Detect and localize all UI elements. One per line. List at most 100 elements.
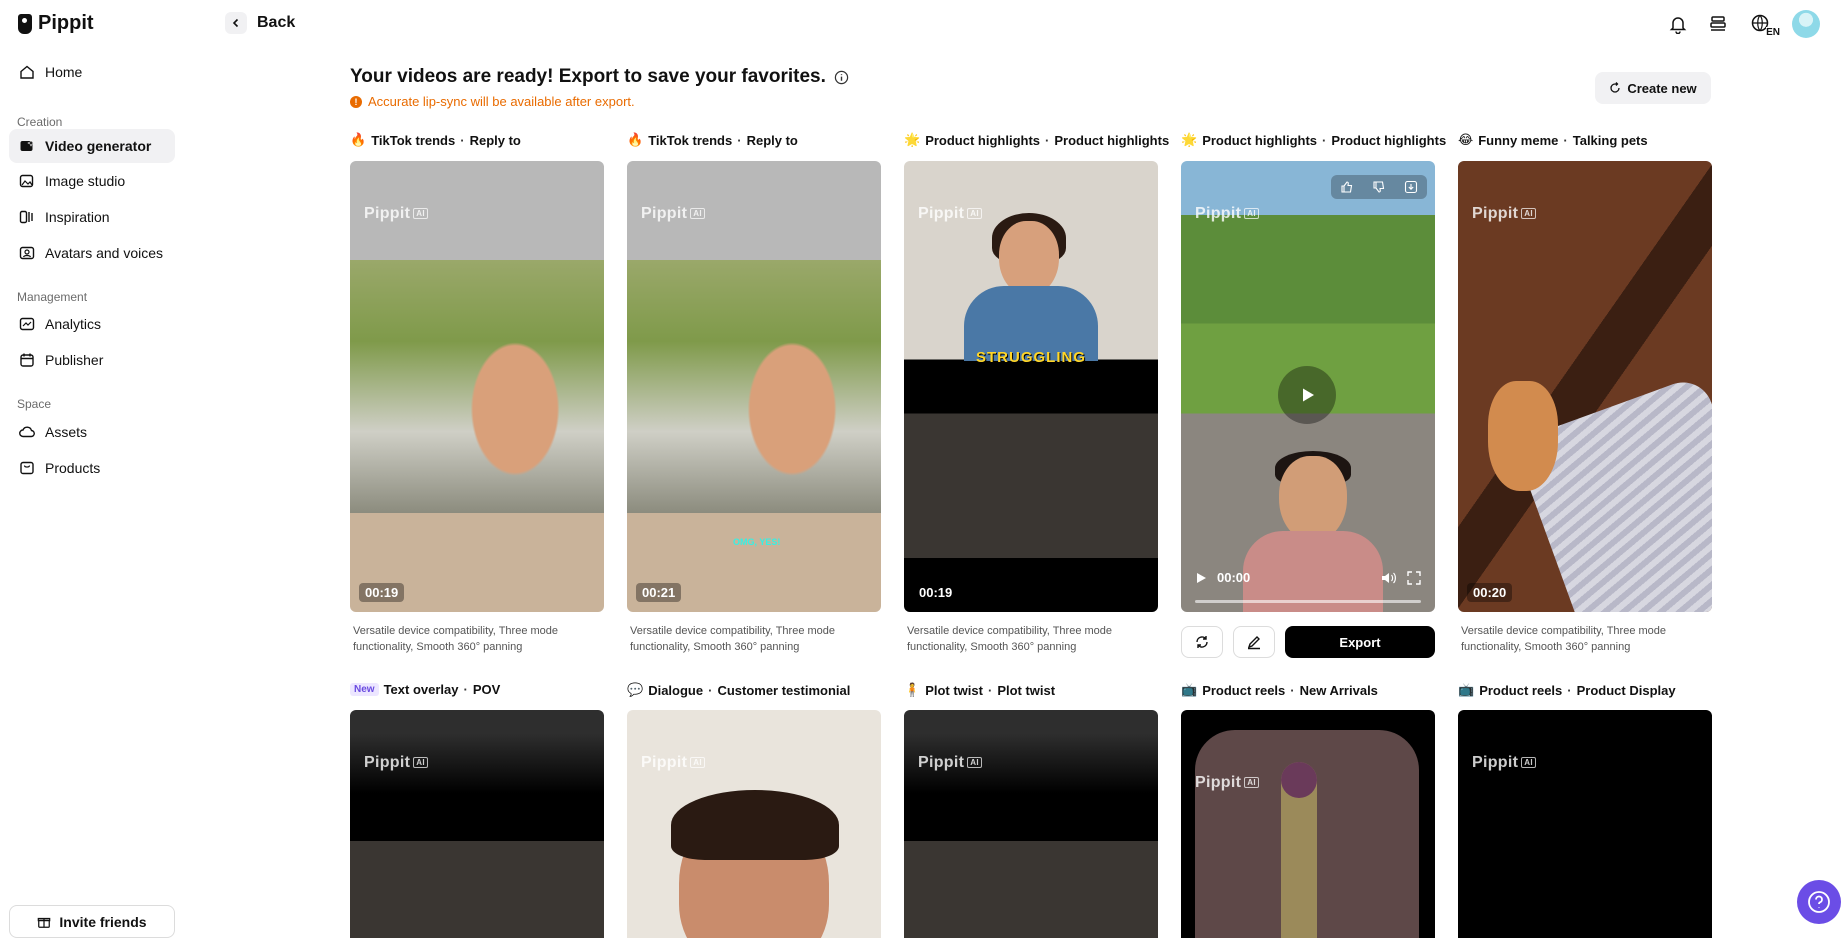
play-icon [1303, 388, 1314, 402]
fullscreen-icon[interactable] [1407, 570, 1421, 585]
watermark: Pippit AI [1195, 774, 1259, 792]
info-icon[interactable] [834, 70, 849, 85]
card-description: Versatile device compatibility, Three mo… [907, 625, 1113, 653]
laughing-icon: 😂 [1458, 132, 1474, 147]
card-subcategory: Talking pets [1572, 132, 1648, 148]
sidebar-item-inspiration[interactable]: Inspiration [9, 200, 175, 234]
user-avatar[interactable] [1792, 10, 1820, 38]
product-box-icon [20, 461, 34, 475]
sparkle-icon: 🌟 [904, 132, 921, 147]
question-icon [1808, 891, 1830, 913]
language-label: EN [1766, 27, 1780, 38]
new-badge: New [350, 683, 379, 696]
play-small-icon[interactable] [1195, 572, 1207, 584]
thumbnail-figure [1281, 762, 1317, 798]
help-button[interactable] [1797, 880, 1841, 924]
sidebar-item-image-studio[interactable]: Image studio [9, 164, 175, 198]
video-duration: 00:21 [636, 583, 682, 602]
card-subcategory: New Arrivals [1299, 682, 1378, 698]
video-player[interactable]: Pippit AI 00:00 [1181, 161, 1435, 612]
export-button[interactable]: Export [1285, 626, 1435, 658]
card-description: Versatile device compatibility, Three mo… [630, 625, 836, 653]
avatar-voice-icon [19, 246, 35, 260]
video-thumbnail[interactable]: Pippit AI [904, 710, 1158, 938]
person-icon: 🧍 [904, 682, 921, 697]
download-icon[interactable] [1404, 180, 1418, 194]
card-category: Plot twist [925, 682, 983, 698]
bell-icon[interactable] [1666, 12, 1690, 36]
watermark: Pippit AI [918, 754, 982, 772]
sidebar-item-analytics[interactable]: Analytics [9, 307, 175, 341]
video-thumbnail[interactable]: Pippit AI [1458, 710, 1712, 938]
section-management: Management [17, 290, 88, 304]
thumbs-down-icon[interactable] [1372, 180, 1386, 194]
inspiration-icon [19, 210, 33, 224]
card-subcategory: POV [472, 682, 501, 697]
card-subcategory: Product Display [1576, 682, 1676, 698]
tv-icon: 📺 [1181, 682, 1198, 697]
page-title: Your videos are ready! Export to save yo… [350, 66, 849, 88]
card-subcategory: Plot twist [997, 682, 1056, 698]
watermark: Pippit AI [1472, 205, 1536, 223]
card-title: 🌟 Product highlights · Product highlights [904, 132, 1170, 148]
volume-icon[interactable] [1381, 571, 1397, 585]
card-category: TikTok trends [648, 132, 733, 148]
sidebar-item-label: Video generator [45, 138, 152, 154]
video-thumbnail[interactable]: STRUGGLING Pippit AI 00:19 [904, 161, 1158, 612]
video-thumbnail[interactable]: Pippit AI 00:20 [1458, 161, 1712, 612]
card-subcategory: Product highlights [1331, 132, 1447, 148]
app-logo[interactable]: Pippit [18, 12, 94, 35]
refresh-icon [1196, 636, 1208, 648]
card-subcategory: Reply to [746, 132, 798, 148]
sidebar-item-avatars-voices[interactable]: Avatars and voices [9, 236, 175, 270]
sidebar-item-home[interactable]: Home [9, 55, 175, 89]
watermark: Pippit AI [1472, 754, 1536, 772]
card-description: Versatile device compatibility, Three mo… [1461, 625, 1667, 653]
invite-friends-button[interactable]: Invite friends [9, 905, 175, 938]
video-thumbnail[interactable]: Pippit AI 00:19 [350, 161, 604, 612]
thumbs-up-icon[interactable] [1340, 180, 1354, 194]
video-thumbnail[interactable]: Pippit AI [350, 710, 604, 938]
watermark: Pippit AI [364, 205, 428, 223]
card-title: 📺 Product reels · Product Display [1458, 682, 1676, 698]
pencil-icon [1247, 636, 1260, 650]
video-thumbnail[interactable]: Pippit AI OMG, YES! 00:21 [627, 161, 881, 612]
language-globe-icon[interactable]: EN [1746, 12, 1780, 38]
card-subcategory: Customer testimonial [717, 682, 851, 698]
watermark: Pippit AI [364, 754, 428, 772]
fire-icon: 🔥 [350, 132, 367, 147]
card-title: 🔥 TikTok trends · Reply to [350, 132, 521, 148]
video-thumbnail[interactable]: Pippit AI [1181, 710, 1435, 938]
video-thumbnail[interactable]: Pippit AI [627, 710, 881, 938]
page-title-text: Your videos are ready! Export to save yo… [350, 66, 826, 87]
invite-label: Invite friends [59, 913, 147, 930]
card-actions: Export [1181, 626, 1435, 658]
create-new-button[interactable]: Create new [1595, 72, 1711, 104]
progress-track[interactable] [1195, 600, 1421, 603]
watermark: Pippit AI [918, 205, 982, 223]
play-button[interactable] [1278, 366, 1336, 424]
layers-icon[interactable] [1706, 12, 1730, 36]
regenerate-button[interactable] [1181, 626, 1223, 658]
warning-icon: ! [350, 95, 362, 108]
card-title: New Text overlay · POV [350, 682, 500, 697]
thumbnail-figure [671, 790, 839, 860]
video-generator-icon [20, 139, 35, 151]
sidebar-item-publisher[interactable]: Publisher [9, 343, 175, 377]
calendar-icon [20, 353, 34, 367]
sidebar-item-video-generator[interactable]: Video generator [9, 129, 175, 163]
sidebar-item-assets[interactable]: Assets [9, 415, 175, 449]
notice-text: Accurate lip-sync will be available afte… [368, 94, 635, 109]
edit-button[interactable] [1233, 626, 1275, 658]
section-space: Space [17, 397, 52, 411]
sidebar-item-products[interactable]: Products [9, 451, 175, 485]
back-button[interactable]: Back [225, 12, 295, 34]
current-time: 00:00 [1217, 570, 1251, 585]
image-studio-icon [19, 174, 34, 188]
video-controls: 00:00 [1181, 560, 1435, 612]
card-subcategory: Product highlights [1054, 132, 1170, 148]
fire-icon: 🔥 [627, 132, 644, 147]
card-category: Product highlights [925, 132, 1041, 148]
lip-sync-notice: ! Accurate lip-sync will be available af… [350, 94, 635, 109]
card-title: 🧍 Plot twist · Plot twist [904, 682, 1056, 698]
